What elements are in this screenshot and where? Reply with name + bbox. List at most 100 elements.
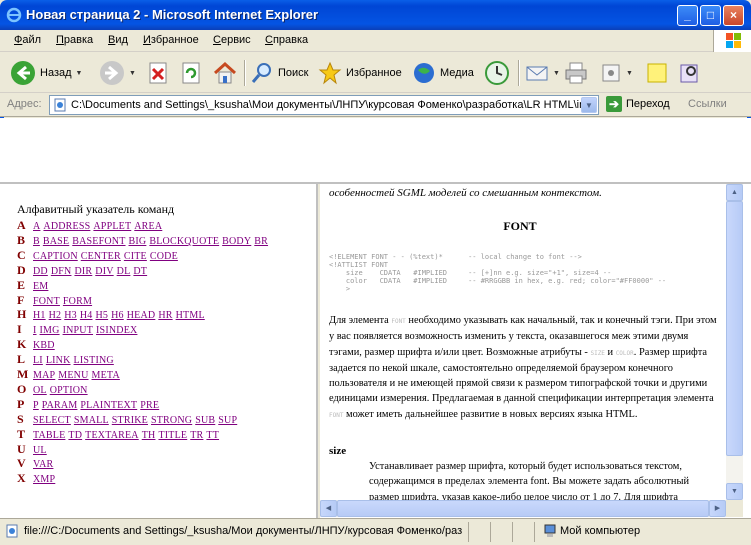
tag-link[interactable]: APPLET — [93, 221, 131, 232]
tag-link[interactable]: XMP — [33, 474, 55, 485]
tag-link[interactable]: BODY — [222, 236, 251, 247]
menu-tools[interactable]: Сервис — [213, 34, 251, 46]
edit-button[interactable]: ▼ — [600, 58, 633, 88]
favorites-button[interactable]: Избранное — [318, 58, 402, 88]
links-toolbar[interactable]: Ссылки — [688, 98, 727, 110]
forward-button[interactable]: ▼ — [99, 58, 136, 88]
forward-dropdown-icon[interactable]: ▼ — [129, 70, 136, 77]
tag-link[interactable]: H4 — [80, 310, 93, 321]
research-button[interactable] — [677, 58, 701, 88]
menu-favorites[interactable]: Избранное — [143, 34, 199, 46]
minimize-button[interactable]: _ — [677, 5, 698, 26]
tag-link[interactable]: CAPTION — [33, 251, 78, 262]
tag-link[interactable]: OL — [33, 385, 47, 396]
tag-link[interactable]: DT — [133, 266, 147, 277]
menu-file[interactable]: Файл — [14, 34, 41, 46]
tag-link[interactable]: DFN — [51, 266, 72, 277]
edit-dropdown-icon[interactable]: ▼ — [626, 70, 633, 77]
tag-link[interactable]: SUB — [195, 415, 215, 426]
history-button[interactable] — [484, 58, 510, 88]
tag-link[interactable]: IMG — [40, 325, 60, 336]
tag-link[interactable]: CITE — [124, 251, 147, 262]
tag-link[interactable]: STRIKE — [112, 415, 148, 426]
tag-link[interactable]: INPUT — [63, 325, 93, 336]
menu-help[interactable]: Справка — [265, 34, 308, 46]
tag-link[interactable]: META — [92, 370, 120, 381]
tag-link[interactable]: DIR — [74, 266, 92, 277]
tag-link[interactable]: HEAD — [127, 310, 156, 321]
print-button[interactable] — [563, 58, 589, 88]
tag-link[interactable]: MENU — [58, 370, 88, 381]
tag-link[interactable]: TITLE — [158, 430, 187, 441]
tag-link[interactable]: SELECT — [33, 415, 71, 426]
tag-link[interactable]: FONT — [33, 296, 60, 307]
back-dropdown-icon[interactable]: ▼ — [76, 70, 83, 77]
tag-link[interactable]: ADDRESS — [43, 221, 90, 232]
stop-button[interactable] — [147, 58, 171, 88]
tag-link[interactable]: H1 — [33, 310, 46, 321]
search-button[interactable]: Поиск — [250, 58, 308, 88]
tag-link[interactable]: BLOCKQUOTE — [149, 236, 219, 247]
tag-link[interactable]: LI — [33, 355, 43, 366]
notes-button[interactable] — [645, 58, 669, 88]
menu-edit[interactable]: Правка — [56, 34, 93, 46]
title-bar[interactable]: Новая страница 2 - Microsoft Internet Ex… — [0, 0, 751, 30]
tag-link[interactable]: VAR — [33, 459, 53, 470]
mail-button[interactable]: ▼ — [525, 58, 560, 88]
tag-link[interactable]: ISINDEX — [96, 325, 137, 336]
tag-link[interactable]: PRE — [140, 400, 159, 411]
address-dropdown-icon[interactable]: ▼ — [581, 97, 597, 113]
tag-link[interactable]: PLAINTEXT — [80, 400, 137, 411]
horizontal-scrollbar[interactable]: ◀ ▶ — [320, 500, 726, 517]
tag-link[interactable]: B — [33, 236, 40, 247]
tag-link[interactable]: H5 — [96, 310, 109, 321]
tag-link[interactable]: HR — [158, 310, 172, 321]
tag-link[interactable]: SUP — [218, 415, 237, 426]
tag-link[interactable]: P — [33, 400, 39, 411]
tag-link[interactable]: OPTION — [50, 385, 88, 396]
home-button[interactable] — [212, 58, 238, 88]
menu-view[interactable]: Вид — [108, 34, 128, 46]
tag-link[interactable]: DIV — [95, 266, 113, 277]
tag-link[interactable]: BIG — [129, 236, 147, 247]
maximize-button[interactable]: □ — [700, 5, 721, 26]
tag-link[interactable]: UL — [33, 445, 47, 456]
tag-link[interactable]: H2 — [49, 310, 62, 321]
refresh-button[interactable] — [180, 58, 204, 88]
tag-link[interactable]: SMALL — [74, 415, 109, 426]
tag-link[interactable]: BASEFONT — [72, 236, 125, 247]
tag-link[interactable]: STRONG — [151, 415, 192, 426]
back-button[interactable]: Назад ▼ — [10, 58, 82, 88]
tag-link[interactable]: TEXTAREA — [85, 430, 139, 441]
tag-link[interactable]: MAP — [33, 370, 55, 381]
vertical-scrollbar[interactable]: ▲ ▼ — [726, 184, 743, 500]
scroll-up-button[interactable]: ▲ — [726, 184, 743, 201]
tag-link[interactable]: I — [33, 325, 37, 336]
tag-link[interactable]: TT — [206, 430, 219, 441]
tag-link[interactable]: KBD — [33, 340, 55, 351]
tag-link[interactable]: BR — [254, 236, 268, 247]
media-button[interactable]: Медиа — [412, 58, 474, 88]
vertical-scroll-thumb[interactable] — [726, 201, 743, 456]
mail-dropdown-icon[interactable]: ▼ — [553, 70, 560, 77]
tag-link[interactable]: LINK — [46, 355, 71, 366]
tag-link[interactable]: BASE — [43, 236, 69, 247]
tag-link[interactable]: TD — [68, 430, 82, 441]
close-button[interactable]: × — [723, 5, 744, 26]
tag-link[interactable]: H3 — [64, 310, 77, 321]
tag-link[interactable]: TR — [190, 430, 203, 441]
horizontal-scroll-thumb[interactable] — [337, 500, 709, 517]
tag-link[interactable]: LISTING — [74, 355, 114, 366]
tag-link[interactable]: HTML — [176, 310, 205, 321]
scroll-right-button[interactable]: ▶ — [709, 500, 726, 517]
tag-link[interactable]: AREA — [134, 221, 162, 232]
tag-link[interactable]: EM — [33, 281, 48, 292]
scroll-down-button[interactable]: ▼ — [726, 483, 743, 500]
tag-link[interactable]: FORM — [63, 296, 92, 307]
tag-link[interactable]: H6 — [111, 310, 124, 321]
tag-link[interactable]: DL — [117, 266, 131, 277]
go-button[interactable]: ➔ Переход — [606, 96, 670, 112]
scroll-left-button[interactable]: ◀ — [320, 500, 337, 517]
address-input[interactable]: C:\Documents and Settings\_ksusha\Мои до… — [49, 95, 599, 115]
tag-link[interactable]: PARAM — [42, 400, 78, 411]
